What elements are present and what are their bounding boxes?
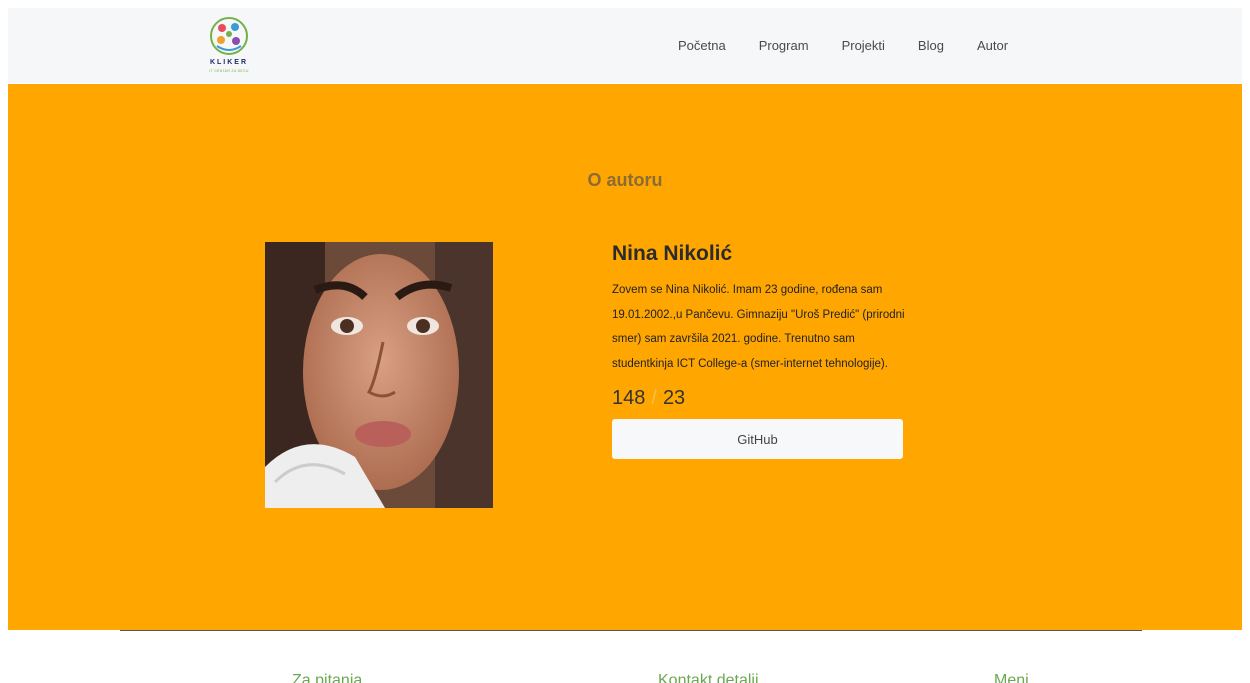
footer-heading-menu: Meni (994, 672, 1029, 683)
footer-divider (120, 630, 1142, 631)
nav-item-blog[interactable]: Blog (918, 38, 944, 53)
nav-item-projekti[interactable]: Projekti (842, 38, 885, 53)
footer-heading-contact: Kontakt detalji (658, 672, 759, 683)
github-button[interactable]: GitHub (612, 419, 903, 459)
navbar: KLIKER IT CENTAR ZA DECU Početna Program… (8, 8, 1242, 83)
section-title: O autoru (587, 170, 663, 190)
stat-second: 23 (662, 387, 686, 409)
logo[interactable]: KLIKER IT CENTAR ZA DECU (199, 16, 259, 76)
logo-tagline: IT CENTAR ZA DECU (209, 69, 249, 73)
nav-item-pocetna[interactable]: Početna (678, 38, 726, 53)
author-stats: 148/23 (612, 387, 912, 410)
page: KLIKER IT CENTAR ZA DECU Početna Program… (0, 0, 1250, 683)
footer-heading-questions: Za pitanja (292, 672, 363, 683)
main-nav: Početna Program Projekti Blog Autor (678, 8, 1041, 83)
nav-item-autor[interactable]: Autor (977, 38, 1008, 53)
logo-mark-icon (210, 17, 248, 55)
nav-item-program[interactable]: Program (759, 38, 809, 53)
logo-text: KLIKER (209, 59, 249, 66)
author-name: Nina Nikolić (612, 242, 733, 265)
stat-separator: / (651, 387, 657, 409)
about-section: O autoru Nina Nikolić Zovem se Nina Niko… (8, 84, 1242, 630)
author-photo (265, 242, 493, 508)
stat-first: 148 (612, 387, 646, 409)
author-info: Nina Nikolić Zovem se Nina Nikolić. Imam… (612, 242, 912, 459)
author-bio: Zovem se Nina Nikolić. Imam 23 godine, r… (612, 284, 905, 370)
